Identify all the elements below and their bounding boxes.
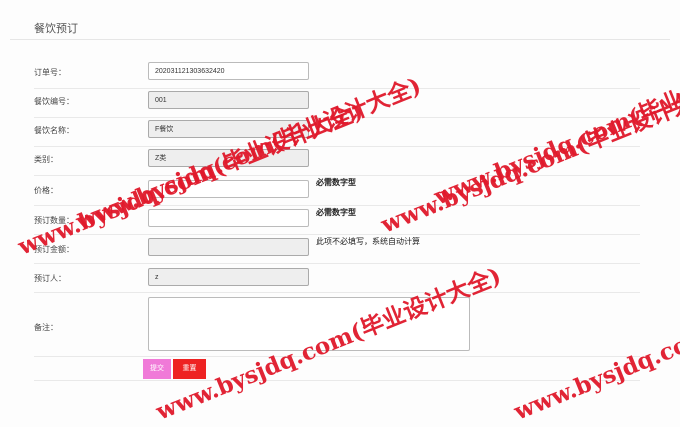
catering-no-label: 餐饮编号： [34,97,74,106]
category-label: 类别： [34,155,58,164]
remark-textarea[interactable] [148,297,470,351]
submit-button[interactable]: 提交 [143,359,171,379]
form-row-booker: 预订人： [34,263,640,293]
catering-name-field [148,120,309,138]
catering-no-field [148,91,309,109]
amount-field [148,238,309,256]
amount-hint: 此项不必填写，系统自动计算 [316,237,420,246]
form-row-order-no: 订单号： [34,59,640,89]
amount-label: 预订金额： [34,245,74,254]
form-bottom-divider [34,380,640,381]
form-row-remark: 备注： [34,292,640,357]
remark-label: 备注： [34,323,58,332]
page-header [10,0,670,40]
price-label: 价格： [34,186,58,195]
booker-label: 预订人： [34,274,66,283]
price-hint: 必需数字型 [316,178,356,187]
catering-name-label: 餐饮名称： [34,126,74,135]
quantity-input[interactable] [148,209,309,227]
form-row-quantity: 预订数量： 必需数字型 [34,205,640,235]
quantity-hint: 必需数字型 [316,208,356,217]
price-input[interactable] [148,180,309,198]
quantity-label: 预订数量： [34,216,74,225]
category-field [148,149,309,167]
form-row-price: 价格： 必需数字型 [34,175,640,206]
order-no-label: 订单号： [34,68,66,77]
form-row-catering-no: 餐饮编号： [34,88,640,118]
reset-button[interactable]: 重置 [173,359,206,379]
booker-field [148,268,309,286]
form-row-category: 类别： [34,146,640,176]
form-row-catering-name: 餐饮名称： [34,117,640,147]
order-no-field[interactable] [148,62,309,80]
page-title: 餐饮预订 [34,23,78,35]
form-row-amount: 预订金额： 此项不必填写，系统自动计算 [34,234,640,264]
